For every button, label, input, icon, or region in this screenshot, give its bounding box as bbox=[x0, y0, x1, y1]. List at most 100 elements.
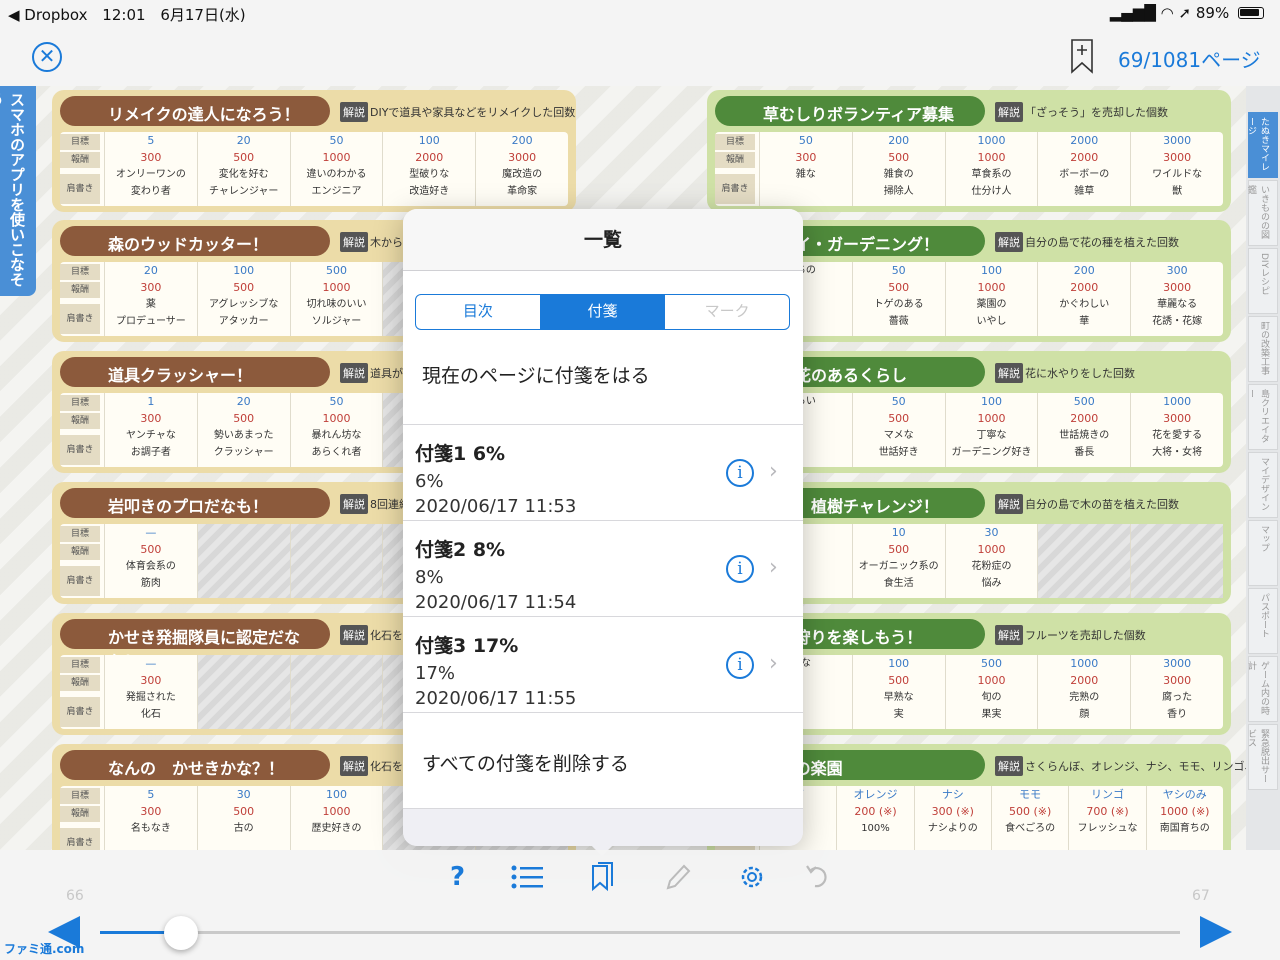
title-suffix: 掃除人 bbox=[883, 186, 914, 197]
row-label: 報酬 bbox=[715, 152, 755, 168]
gear-icon[interactable] bbox=[737, 862, 767, 892]
info-icon[interactable]: i bbox=[726, 555, 754, 583]
info-icon[interactable]: i bbox=[726, 651, 754, 679]
goal-value: 50 bbox=[329, 395, 344, 408]
reward-value: 300 bbox=[140, 412, 162, 425]
goal-value: 50 bbox=[891, 264, 906, 277]
goal-value: 500 bbox=[1073, 395, 1095, 408]
reward-value: 300 bbox=[140, 151, 162, 164]
list-icon[interactable] bbox=[510, 862, 544, 892]
title-suffix: エンジニア bbox=[311, 186, 362, 197]
title-prefix: ボーボーの bbox=[1059, 169, 1110, 180]
achievement-description: さくらんぼ、オレンジ、ナシ、モモ、リンゴ、ヤシのみの6種類のフルーツを植える（順… bbox=[1025, 760, 1280, 773]
goal-value: 50 bbox=[329, 134, 344, 147]
title-suffix: 世話好き bbox=[878, 447, 919, 458]
title-prefix: 花粉症の bbox=[971, 561, 1012, 572]
row-label: 肩書き bbox=[60, 304, 100, 334]
title-prefix: 暴れん坊な bbox=[311, 430, 362, 441]
index-tab[interactable]: パスポート bbox=[1248, 588, 1278, 654]
info-icon[interactable]: i bbox=[726, 459, 754, 487]
bookmark-row[interactable]: 付箋3 17% 17% 2020/06/17 11:55 i › bbox=[403, 617, 803, 713]
reward-value: 700 (※) bbox=[1086, 805, 1129, 818]
reward-value: 500 bbox=[233, 805, 255, 818]
page-slider-thumb[interactable] bbox=[164, 916, 198, 950]
index-tab[interactable]: ゲーム内の時計 bbox=[1246, 656, 1278, 722]
index-tab[interactable]: マイデザイン bbox=[1248, 452, 1278, 518]
watermark-logo: ファミ通.com bbox=[4, 942, 85, 956]
achievement-title: 道具クラッシャー！ bbox=[60, 357, 330, 387]
kaisetsu-badge: 解説 bbox=[340, 102, 368, 122]
help-icon[interactable]: ? bbox=[450, 862, 465, 892]
title-prefix: 食べごろの bbox=[1005, 823, 1056, 834]
chevron-right-icon: › bbox=[769, 651, 778, 676]
title-prefix: 古の bbox=[233, 823, 254, 834]
table-column: — 300 発掘された 化石 bbox=[104, 655, 197, 729]
title-suffix: 悩み bbox=[981, 578, 1002, 589]
segment-marks[interactable]: マーク bbox=[665, 295, 789, 329]
goal-value: ヤシのみ bbox=[1162, 788, 1207, 801]
index-tab[interactable]: DIYレシピ bbox=[1248, 248, 1278, 314]
title-prefix: 体育会系の bbox=[125, 561, 176, 572]
title-suffix: ソルジャー bbox=[311, 316, 362, 327]
segment-contents[interactable]: 目次 bbox=[416, 295, 541, 329]
chevron-right-icon: › bbox=[769, 459, 778, 484]
achievement-card: リメイクの達人になろう！ 解説 DIYで道具や家具などをリメイクした回数 目標 報酬 肩書… bbox=[52, 90, 576, 212]
table-column: 50 1000 違いのわかる エンジニア bbox=[289, 132, 383, 206]
segment-bookmarks[interactable]: 付箋 bbox=[540, 295, 666, 329]
wifi-icon: ◠ bbox=[1160, 4, 1174, 22]
title-prefix: 魔改造の bbox=[502, 169, 543, 180]
achievement-description: 化石を bbox=[370, 760, 403, 773]
add-bookmark-row[interactable]: 現在のページに付箋をはる bbox=[403, 337, 803, 425]
index-tab[interactable]: 町の改築工事 bbox=[1248, 316, 1278, 382]
title-suffix: 食生活 bbox=[883, 578, 914, 589]
page-slider-track[interactable] bbox=[100, 931, 1180, 934]
back-to-app[interactable]: ◀ Dropbox bbox=[8, 6, 88, 24]
index-tab[interactable]: たぬきマイレージ bbox=[1246, 112, 1278, 178]
bookmarks-icon[interactable] bbox=[590, 862, 616, 892]
top-bar: ✕ 69/1081ページ bbox=[0, 26, 1280, 86]
achievement-description: フルーツを売却した個数 bbox=[1025, 629, 1146, 642]
goal-value: 10 bbox=[891, 526, 906, 539]
goal-value: リンゴ bbox=[1090, 788, 1124, 801]
close-icon[interactable]: ✕ bbox=[32, 42, 62, 72]
title-prefix: 南国育ちの bbox=[1159, 823, 1210, 834]
undo-icon[interactable] bbox=[805, 862, 833, 892]
title-prefix: 旬の bbox=[981, 692, 1002, 703]
achievement-table: 目標 報酬 肩書き 5 300 オンリーワンの 変わり者 20 500 変化を好む チャレンジャー 5… bbox=[60, 132, 568, 206]
index-tab[interactable]: 緊急脱出サービス bbox=[1246, 724, 1278, 790]
goal-value: 20 bbox=[236, 134, 251, 147]
title-suffix: 花誘・花嫁 bbox=[1152, 316, 1203, 327]
kaisetsu-badge: 解説 bbox=[995, 102, 1023, 122]
delete-all-bookmarks-button[interactable]: すべての付箋を削除する bbox=[403, 713, 803, 809]
title-prefix: 型破りな bbox=[409, 169, 450, 180]
add-bookmark-icon[interactable] bbox=[1070, 38, 1094, 74]
pencil-icon[interactable] bbox=[664, 862, 692, 892]
reward-value: 500 bbox=[233, 151, 255, 164]
index-tab[interactable]: 島クリエイター bbox=[1246, 384, 1278, 450]
row-label: 報酬 bbox=[60, 675, 100, 691]
next-page-button[interactable] bbox=[1200, 916, 1232, 948]
title-prefix: 勢いあまった bbox=[213, 430, 274, 441]
goal-value: 100 bbox=[980, 395, 1002, 408]
goal-value: 100 bbox=[980, 264, 1002, 277]
bookmark-row[interactable]: 付箋1 6% 6% 2020/06/17 11:53 i › bbox=[403, 425, 803, 521]
row-label: 報酬 bbox=[60, 806, 100, 822]
row-label: 肩書き bbox=[60, 566, 100, 596]
index-tab[interactable]: マップ bbox=[1248, 520, 1278, 586]
row-label: 肩書き bbox=[715, 174, 755, 204]
goal-value: モモ bbox=[1019, 788, 1042, 801]
page-counter[interactable]: 69/1081ページ bbox=[1118, 44, 1261, 73]
title-suffix: 果実 bbox=[981, 709, 1002, 720]
index-tab[interactable]: いきものの図鑑 bbox=[1246, 180, 1278, 246]
title-prefix: 切れ味のいい bbox=[306, 299, 367, 310]
goal-value: 200 bbox=[888, 134, 910, 147]
achievement-title: 草むしりボランティア募集 bbox=[715, 96, 985, 126]
title-prefix: 雑な bbox=[795, 169, 816, 180]
table-column: 3000 3000 ワイルドな獣 bbox=[1130, 132, 1223, 206]
chapter-side-tab[interactable]: スマホのアプリを使いこなそう bbox=[0, 86, 36, 296]
achievement-description: 化石を bbox=[370, 629, 403, 642]
goal-value: 20 bbox=[143, 264, 158, 277]
title-suffix: 筋肉 bbox=[140, 578, 161, 589]
bookmark-row[interactable]: 付箋2 8% 8% 2020/06/17 11:54 i › bbox=[403, 521, 803, 617]
reward-value: 300 bbox=[795, 151, 817, 164]
